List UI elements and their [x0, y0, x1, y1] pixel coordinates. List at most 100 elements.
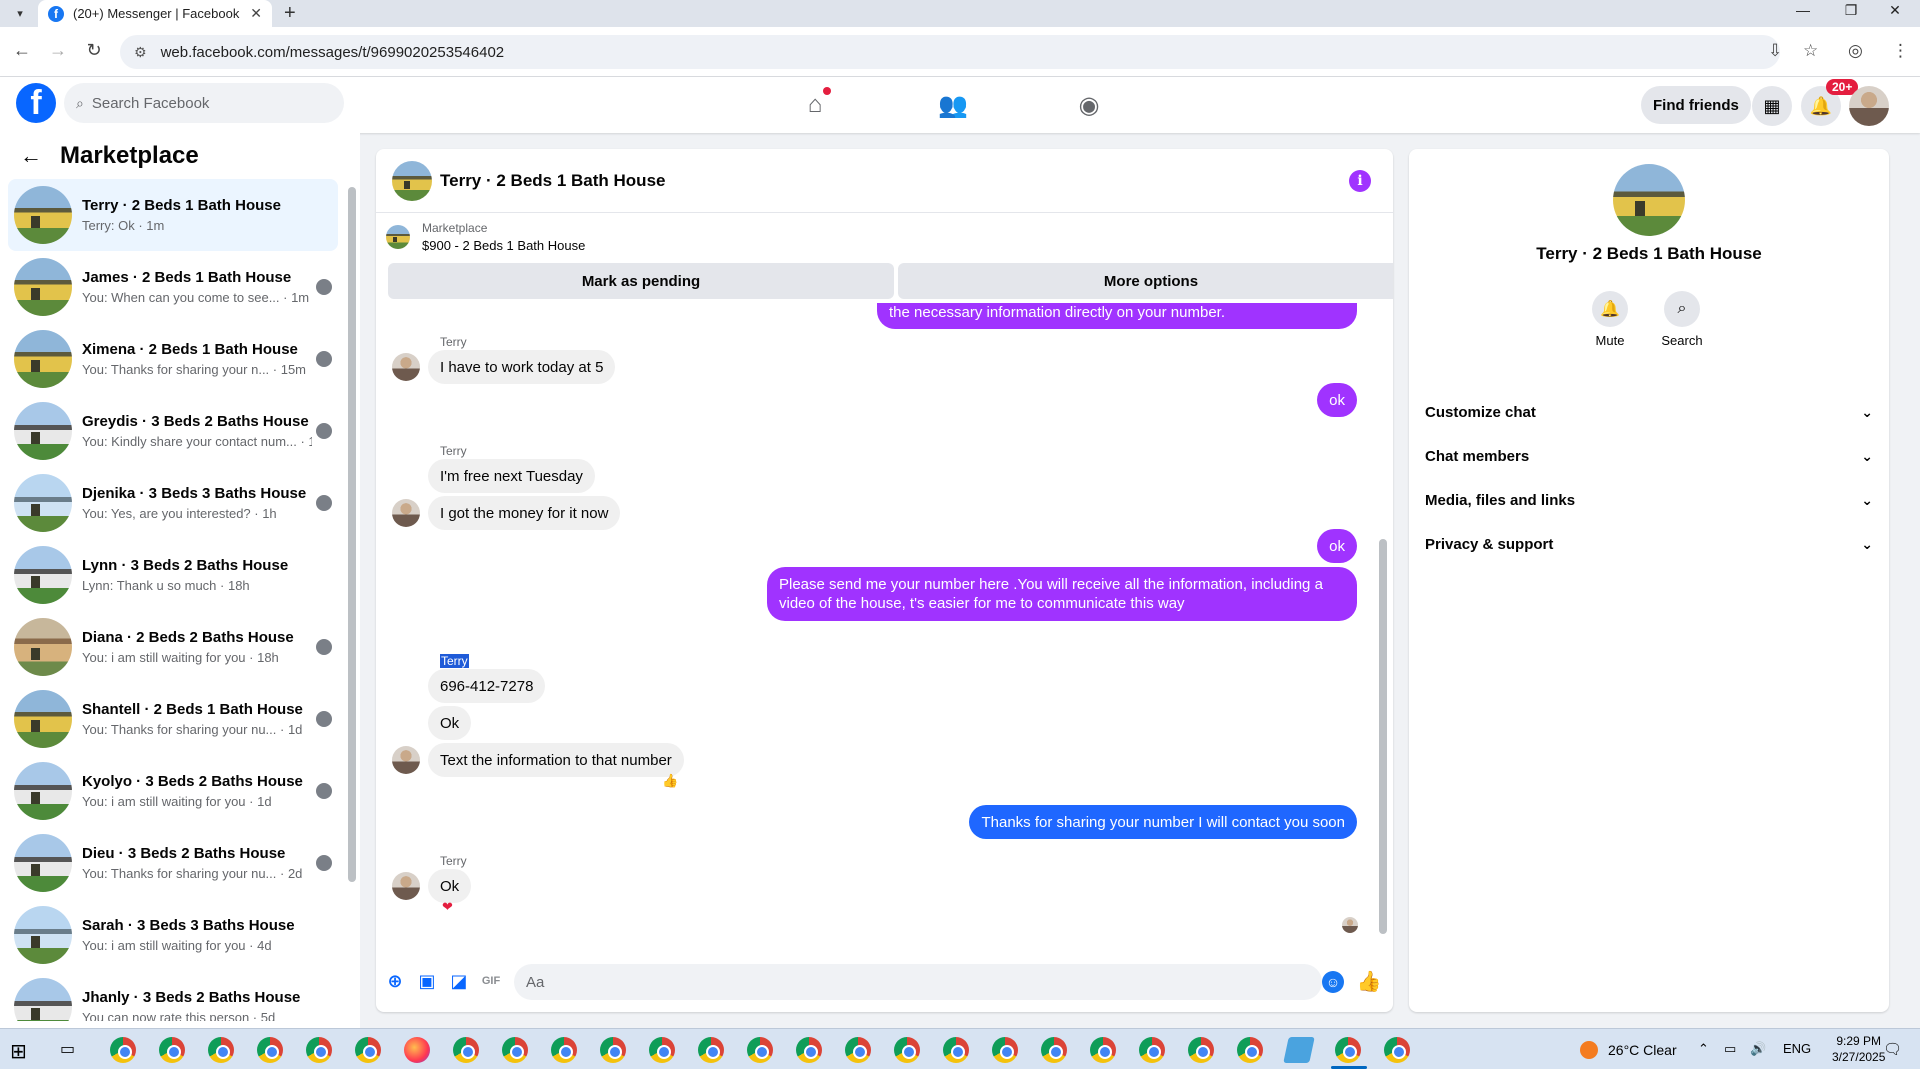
message-in[interactable]: 696-412-7278	[428, 669, 546, 703]
menu-grid-icon[interactable]: ▦	[1752, 86, 1792, 126]
minimize-icon[interactable]: —	[1788, 2, 1818, 18]
forward-arrow-icon[interactable]: →	[46, 40, 70, 61]
chrome-app-icon[interactable]	[1335, 1037, 1361, 1063]
conversation-item[interactable]: Shantell · 2 Beds 1 Bath House You: Thank…	[8, 683, 338, 755]
section-chat-members[interactable]: Chat members ⌄	[1425, 434, 1873, 478]
like-thumb-icon[interactable]: 👍	[1357, 970, 1382, 993]
chrome-app-icon[interactable]	[355, 1037, 381, 1063]
chrome-app-icon[interactable]	[698, 1037, 724, 1063]
search-in-chat-button[interactable]: ⌕ Search	[1652, 291, 1712, 348]
chat-avatar[interactable]	[392, 160, 432, 201]
chrome-app-icon[interactable]	[110, 1037, 136, 1063]
conversation-item[interactable]: Ximena · 2 Beds 1 Bath House You: Thanks …	[8, 323, 338, 395]
info-icon[interactable]: i	[1349, 170, 1371, 192]
chrome-app-icon[interactable]	[1188, 1037, 1214, 1063]
find-friends-button[interactable]: Find friends	[1641, 86, 1751, 124]
message-out[interactable]: Thanks for sharing your number I will co…	[969, 805, 1357, 839]
reload-icon[interactable]: ↻	[82, 40, 106, 61]
chrome-app-icon[interactable]	[1041, 1037, 1067, 1063]
chat-scrollbar[interactable]	[1379, 539, 1387, 934]
chrome-app-icon[interactable]	[453, 1037, 479, 1063]
heart-reaction-icon[interactable]: ❤	[442, 899, 453, 915]
conversation-item[interactable]: Jhanly · 3 Beds 2 Baths House You can now…	[8, 971, 338, 1021]
mute-button[interactable]: 🔔 Mute	[1580, 291, 1640, 348]
conversation-item[interactable]: Dieu · 3 Beds 2 Baths House You: Thanks f…	[8, 827, 338, 899]
close-window-icon[interactable]: ✕	[1880, 2, 1910, 19]
windows-start-icon[interactable]: ⊞	[10, 1039, 27, 1064]
account-avatar[interactable]	[1849, 86, 1889, 126]
profile-avatar[interactable]	[1613, 164, 1685, 236]
conversation-item[interactable]: Diana · 2 Beds 2 Baths House You: i am st…	[8, 611, 338, 683]
photo-icon[interactable]: ▣	[416, 970, 438, 992]
sticker-icon[interactable]: ◪	[448, 970, 470, 992]
clock[interactable]: 9:29 PM 3/27/2025	[1832, 1033, 1885, 1065]
sender-avatar[interactable]	[392, 746, 420, 774]
message-in[interactable]: I got the money for it now	[428, 496, 621, 530]
message-out-partial[interactable]: the necessary information directly on yo…	[877, 303, 1357, 329]
chrome-app-icon[interactable]	[600, 1037, 626, 1063]
notes-app-icon[interactable]	[1283, 1037, 1315, 1063]
message-out[interactable]: ok	[1317, 529, 1357, 563]
task-view-icon[interactable]: ▭	[60, 1039, 75, 1059]
chrome-app-icon[interactable]	[257, 1037, 283, 1063]
message-out[interactable]: ok	[1317, 383, 1357, 417]
message-in[interactable]: I have to work today at 5	[428, 350, 616, 384]
chrome-app-icon[interactable]	[796, 1037, 822, 1063]
chrome-app-icon[interactable]	[1237, 1037, 1263, 1063]
firefox-app-icon[interactable]	[404, 1037, 430, 1063]
chrome-app-icon[interactable]	[845, 1037, 871, 1063]
facebook-logo-icon[interactable]: f	[16, 83, 56, 123]
tab-close-icon[interactable]: ✕	[250, 5, 262, 22]
conversation-item[interactable]: Greydis · 3 Beds 2 Baths House You: Kindl…	[8, 395, 338, 467]
section-privacy-support[interactable]: Privacy & support ⌄	[1425, 522, 1873, 566]
section-customize-chat[interactable]: Customize chat ⌄	[1425, 390, 1873, 434]
chrome-app-icon[interactable]	[1090, 1037, 1116, 1063]
bookmark-star-icon[interactable]: ☆	[1803, 41, 1818, 61]
add-plus-icon[interactable]: ⊕	[384, 970, 406, 992]
message-in[interactable]: Ok	[428, 706, 472, 740]
chrome-app-icon[interactable]	[649, 1037, 675, 1063]
mark-pending-button[interactable]: Mark as pending	[388, 263, 894, 299]
conversation-item[interactable]: Sarah · 3 Beds 3 Baths House You: i am st…	[8, 899, 338, 971]
conversation-item[interactable]: Terry · 2 Beds 1 Bath House Terry: Ok · 1…	[8, 179, 338, 251]
back-arrow-icon[interactable]: ←	[10, 40, 34, 61]
address-bar[interactable]: ⚙ web.facebook.com/messages/t/9699020253…	[120, 35, 1780, 69]
facebook-search-input[interactable]: ⌕ Search Facebook	[64, 83, 344, 123]
sender-avatar[interactable]	[392, 499, 420, 527]
browser-tab-messenger[interactable]: f (20+) Messenger | Facebook ✕	[38, 0, 272, 27]
conversation-item[interactable]: James · 2 Beds 1 Bath House You: When can…	[8, 251, 338, 323]
install-app-icon[interactable]: ⇩	[1768, 41, 1782, 61]
thumbs-up-reaction-icon[interactable]: 👍	[662, 773, 678, 789]
network-icon[interactable]: ▭	[1724, 1041, 1736, 1057]
chrome-app-icon[interactable]	[502, 1037, 528, 1063]
tab-search-chevron-icon[interactable]: ▾	[10, 3, 30, 23]
sender-avatar[interactable]	[392, 353, 420, 381]
sidebar-scrollbar[interactable]	[348, 187, 356, 882]
gif-icon[interactable]: GIF	[480, 970, 502, 992]
new-tab-icon[interactable]: +	[284, 2, 296, 25]
marketplace-listing-bar[interactable]: Marketplace $900 - 2 Beds 1 Bath House	[386, 221, 585, 253]
chrome-app-icon[interactable]	[551, 1037, 577, 1063]
weather-widget[interactable]: 26°C Clear	[1580, 1041, 1677, 1059]
message-input[interactable]: Aa	[514, 964, 1322, 1000]
chrome-app-icon[interactable]	[943, 1037, 969, 1063]
sender-avatar[interactable]	[392, 872, 420, 900]
notification-center-icon[interactable]: 🗨	[1883, 1040, 1902, 1058]
volume-icon[interactable]: 🔊	[1750, 1041, 1766, 1057]
chrome-app-icon[interactable]	[747, 1037, 773, 1063]
tray-chevron-icon[interactable]: ⌃	[1698, 1041, 1709, 1057]
groups-icon[interactable]: ◉	[1071, 87, 1107, 123]
more-options-button[interactable]: More options	[898, 263, 1393, 299]
message-out[interactable]: Please send me your number here .You wil…	[767, 567, 1357, 621]
friends-icon[interactable]: 👥	[935, 87, 971, 123]
site-settings-icon[interactable]: ⚙	[134, 44, 147, 61]
browser-menu-icon[interactable]: ⋮	[1892, 41, 1909, 61]
conversation-item[interactable]: Kyolyo · 3 Beds 2 Baths House You: i am s…	[8, 755, 338, 827]
message-in[interactable]: I'm free next Tuesday	[428, 459, 595, 493]
chat-title[interactable]: Terry · 2 Beds 1 Bath House	[440, 171, 665, 191]
back-arrow-icon[interactable]: ←	[20, 143, 42, 169]
chrome-app-icon[interactable]	[1139, 1037, 1165, 1063]
message-in[interactable]: Ok	[428, 869, 472, 903]
language-indicator[interactable]: ENG	[1783, 1041, 1811, 1056]
conversation-item[interactable]: Djenika · 3 Beds 3 Baths House You: Yes, …	[8, 467, 338, 539]
